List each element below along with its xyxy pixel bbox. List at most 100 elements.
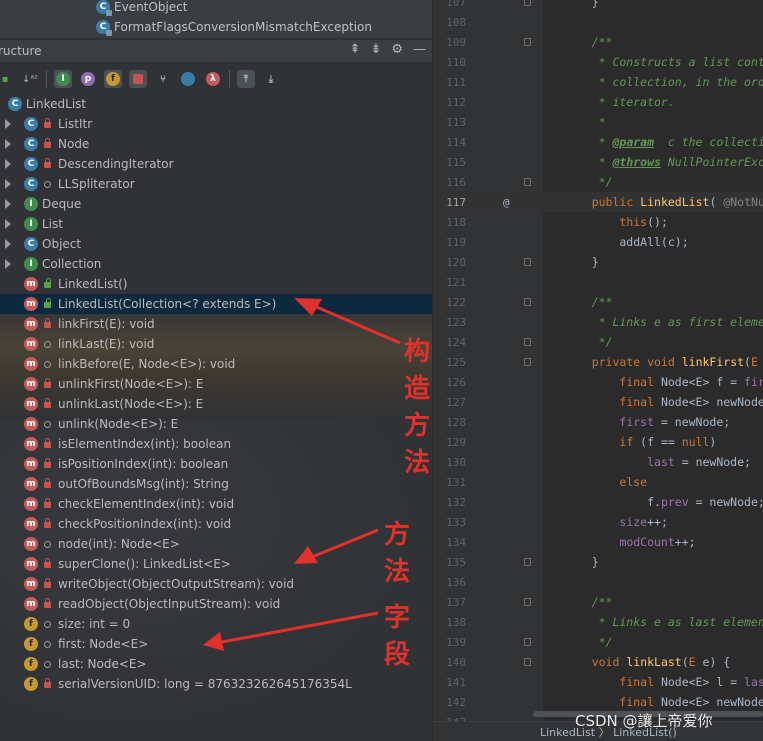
tree-row[interactable]: m LinkedList(Collection<? extends E>) xyxy=(0,294,432,314)
tree-row[interactable]: m LinkedList() xyxy=(0,274,432,294)
code-line[interactable]: 136 xyxy=(433,572,763,592)
fold-marker-icon[interactable] xyxy=(524,298,531,306)
code-line[interactable]: 124 */ xyxy=(433,332,763,352)
expand-arrow-icon[interactable] xyxy=(5,179,11,189)
code-line[interactable]: 121 xyxy=(433,272,763,292)
fold-marker-icon[interactable] xyxy=(524,38,531,46)
tree-row[interactable]: f first: Node<E> xyxy=(0,634,432,654)
code-line[interactable]: 122 /** xyxy=(433,292,763,312)
code-line[interactable]: 114 * @param c the collection w xyxy=(433,132,763,152)
tree-row[interactable]: m isPositionIndex(int): boolean xyxy=(0,454,432,474)
fold-marker-icon[interactable] xyxy=(524,658,531,666)
fold-marker-icon[interactable] xyxy=(524,178,531,186)
tree-row[interactable]: m node(int): Node<E> xyxy=(0,534,432,554)
tree-row[interactable]: m writeObject(ObjectOutputStream): void xyxy=(0,574,432,594)
show-properties-icon[interactable]: p xyxy=(79,70,97,88)
tree-row[interactable]: m checkElementIndex(int): void xyxy=(0,494,432,514)
show-hierarchy-icon[interactable]: ⑂ xyxy=(154,70,172,88)
minimize-icon[interactable]: — xyxy=(413,42,426,57)
expand-arrow-icon[interactable] xyxy=(5,219,11,229)
code-line[interactable]: 132 f.prev = newNode; xyxy=(433,492,763,512)
tree-row[interactable]: m unlinkFirst(Node<E>): E xyxy=(0,374,432,394)
tree-row[interactable]: C LLSpliterator xyxy=(0,174,432,194)
code-line[interactable]: 112 * iterator. xyxy=(433,92,763,112)
show-non-public-icon[interactable] xyxy=(129,70,147,88)
expand-arrow-icon[interactable] xyxy=(5,239,11,249)
code-line[interactable]: 119 addAll(c); xyxy=(433,232,763,252)
tree-row[interactable]: C ListItr xyxy=(0,114,432,134)
fold-marker-icon[interactable] xyxy=(524,598,531,606)
tree-row[interactable]: f size: int = 0 xyxy=(0,614,432,634)
show-fields-icon[interactable]: f xyxy=(104,70,122,88)
code-line[interactable]: 142 final Node<E> newNode = n xyxy=(433,692,763,712)
code-line[interactable]: 109 /** xyxy=(433,32,763,52)
code-line[interactable]: 107 } xyxy=(433,0,763,12)
expand-arrow-icon[interactable] xyxy=(5,119,11,129)
code-line[interactable]: 134 modCount++; xyxy=(433,532,763,552)
expand-arrow-icon[interactable] xyxy=(5,159,11,169)
tree-row[interactable]: C LinkedList xyxy=(0,94,432,114)
tree-row[interactable]: m superClone(): LinkedList<E> xyxy=(0,554,432,574)
code-line[interactable]: 113 * xyxy=(433,112,763,132)
tree-item-formatflags[interactable]: C FormatFlagsConversionMismatchException xyxy=(96,18,372,36)
code-line[interactable]: 141 final Node<E> l = last; xyxy=(433,672,763,692)
code-line[interactable]: 138 * Links e as last element. xyxy=(433,612,763,632)
tree-row[interactable]: f last: Node<E> xyxy=(0,654,432,674)
show-lambdas-icon[interactable]: λ xyxy=(204,70,222,88)
fold-marker-icon[interactable] xyxy=(524,338,531,346)
tree-row[interactable]: C Node xyxy=(0,134,432,154)
code-line[interactable]: 123 * Links e as first element. xyxy=(433,312,763,332)
tree-row[interactable]: m readObject(ObjectInputStream): void xyxy=(0,594,432,614)
tree-item-eventobject[interactable]: C EventObject xyxy=(96,0,187,16)
code-line[interactable]: 128 first = newNode; xyxy=(433,412,763,432)
code-line[interactable]: 115 * @throws NullPointerExcepti xyxy=(433,152,763,172)
expand-arrow-icon[interactable] xyxy=(5,259,11,269)
code-line[interactable]: 126 final Node<E> f = first; xyxy=(433,372,763,392)
fold-marker-icon[interactable] xyxy=(524,0,531,6)
expand-arrow-icon[interactable] xyxy=(5,199,11,209)
fold-marker-icon[interactable] xyxy=(524,258,531,266)
fold-marker-icon[interactable] xyxy=(524,558,531,566)
code-editor[interactable]: 107 } 108 109 /** 110 * Constructs a list c… xyxy=(433,0,763,741)
code-line[interactable]: 139 */ xyxy=(433,632,763,652)
show-anonymous-icon[interactable] xyxy=(179,70,197,88)
code-line[interactable]: 140 void linkLast(E e) { xyxy=(433,652,763,672)
code-line[interactable]: 116 */ xyxy=(433,172,763,192)
sort-visibility-icon[interactable]: ▪ xyxy=(0,70,14,88)
sort-alpha-icon[interactable]: ↓ᵃᶻ xyxy=(21,70,39,88)
tree-row[interactable]: I Collection xyxy=(0,254,432,274)
code-line[interactable]: 125 private void linkFirst(E e) { xyxy=(433,352,763,372)
code-line[interactable]: 110 * Constructs a list containi xyxy=(433,52,763,72)
expand-arrow-icon[interactable] xyxy=(5,139,11,149)
tree-row[interactable]: C Object xyxy=(0,234,432,254)
gear-icon[interactable]: ⚙ xyxy=(391,42,403,57)
tree-row[interactable]: I Deque xyxy=(0,194,432,214)
code-line[interactable]: 129 if (f == null) xyxy=(433,432,763,452)
tree-row[interactable]: m checkPositionIndex(int): void xyxy=(0,514,432,534)
tree-row[interactable]: m linkBefore(E, Node<E>): void xyxy=(0,354,432,374)
tree-row[interactable]: I List xyxy=(0,214,432,234)
code-line[interactable]: 137 /** xyxy=(433,592,763,612)
fold-marker-icon[interactable] xyxy=(524,358,531,366)
code-line[interactable]: 117 @ public LinkedList( @NotNull() xyxy=(433,192,763,212)
code-line[interactable]: 108 xyxy=(433,12,763,32)
code-line[interactable]: 111 * collection, in the order t xyxy=(433,72,763,92)
collapse-all-icon[interactable]: ⇟ xyxy=(370,42,381,57)
code-line[interactable]: 118 this(); xyxy=(433,212,763,232)
expand-all-icon[interactable]: ⇞ xyxy=(350,42,361,57)
tree-row[interactable]: m unlinkLast(Node<E>): E xyxy=(0,394,432,414)
code-line[interactable]: 120 } xyxy=(433,252,763,272)
tree-row[interactable]: m outOfBoundsMsg(int): String xyxy=(0,474,432,494)
tree-row[interactable]: f serialVersionUID: long = 87632326264517… xyxy=(0,674,432,694)
code-line[interactable]: 127 final Node<E> newNode = n xyxy=(433,392,763,412)
tree-row[interactable]: m linkFirst(E): void xyxy=(0,314,432,334)
code-line[interactable]: 131 else xyxy=(433,472,763,492)
fold-marker-icon[interactable] xyxy=(524,638,531,646)
autoscroll-from-source-icon[interactable]: ⤓ xyxy=(262,70,280,88)
code-line[interactable]: 133 size++; xyxy=(433,512,763,532)
code-line[interactable]: 130 last = newNode; xyxy=(433,452,763,472)
code-line[interactable]: 135 } xyxy=(433,552,763,572)
tree-row[interactable]: m linkLast(E): void xyxy=(0,334,432,354)
tree-row[interactable]: m unlink(Node<E>): E xyxy=(0,414,432,434)
tree-row[interactable]: C DescendingIterator xyxy=(0,154,432,174)
